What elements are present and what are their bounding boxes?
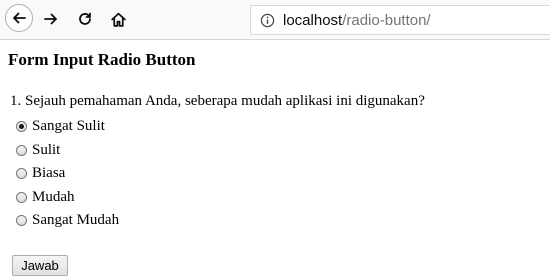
radio-option-sulit[interactable]: Sulit xyxy=(14,139,119,163)
reload-button[interactable] xyxy=(70,4,100,34)
url-bar[interactable]: localhost/radio-button/ xyxy=(250,5,550,35)
radio-label: Sangat Sulit xyxy=(32,118,105,135)
radio-button[interactable] xyxy=(16,191,27,203)
back-button[interactable] xyxy=(5,4,33,32)
radio-option-mudah[interactable]: Mudah xyxy=(14,186,119,210)
radio-label: Sangat Mudah xyxy=(32,212,120,229)
back-icon xyxy=(13,12,26,24)
browser-toolbar: localhost/radio-button/ xyxy=(0,0,550,40)
home-button[interactable] xyxy=(103,4,133,34)
radio-button[interactable] xyxy=(16,144,27,156)
forward-button[interactable] xyxy=(36,4,66,34)
submit-button[interactable]: Jawab xyxy=(12,255,68,276)
question-text: 1. Sejauh pemahaman Anda, seberapa mudah… xyxy=(10,93,425,109)
radio-option-biasa[interactable]: Biasa xyxy=(14,162,119,186)
radio-button[interactable] xyxy=(16,168,27,180)
home-icon xyxy=(110,12,126,27)
radio-label: Biasa xyxy=(32,165,66,182)
forward-icon xyxy=(44,13,57,25)
radio-label: Mudah xyxy=(32,188,75,205)
info-icon[interactable] xyxy=(259,12,275,28)
url-host: localhost xyxy=(283,11,343,29)
url-path: /radio-button/ xyxy=(342,11,431,29)
radio-option-sangat-mudah[interactable]: Sangat Mudah xyxy=(14,209,119,233)
url-text[interactable]: localhost/radio-button/ xyxy=(283,12,431,29)
radio-label: Sulit xyxy=(32,141,61,158)
radio-group: Sangat Sulit Sulit Biasa Mudah Sangat Mu… xyxy=(14,115,119,233)
radio-option-sangat-sulit[interactable]: Sangat Sulit xyxy=(14,115,119,139)
radio-button[interactable] xyxy=(16,215,27,227)
radio-button[interactable] xyxy=(16,121,27,133)
reload-icon xyxy=(79,12,91,25)
page-title: Form Input Radio Button xyxy=(8,50,196,69)
